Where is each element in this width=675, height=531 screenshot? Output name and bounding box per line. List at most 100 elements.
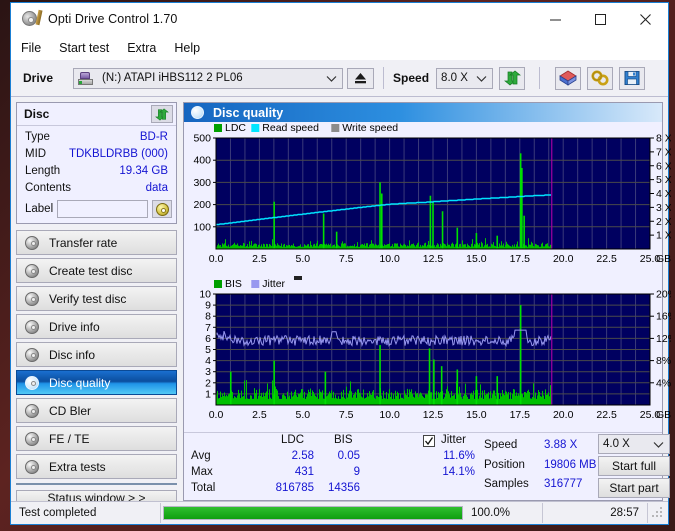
svg-text:17.5: 17.5 bbox=[510, 253, 531, 265]
sidebar-item-label: Extra tests bbox=[49, 459, 106, 474]
disc-panel-header: Disc bbox=[17, 103, 176, 126]
disc-quality-panel: Disc quality LDC Read speed Write speed 100… bbox=[183, 102, 671, 501]
sidebar-item-drive-info[interactable]: Drive info bbox=[16, 314, 177, 339]
stats-speed-value: 3.88 X bbox=[544, 439, 578, 451]
cd-icon[interactable] bbox=[152, 200, 172, 218]
svg-text:300: 300 bbox=[193, 177, 211, 189]
maximize-button[interactable] bbox=[578, 4, 623, 35]
svg-text:15.0: 15.0 bbox=[466, 253, 487, 265]
eraser-button[interactable] bbox=[555, 66, 582, 90]
sidebar-item-label: Disc info bbox=[49, 347, 96, 362]
statistics-panel: LDC BIS Jitter Avg 2.58 0.05 11.6% Max 4… bbox=[184, 432, 670, 500]
stats-total-ldc: 816785 bbox=[275, 482, 314, 494]
resize-grip-icon[interactable] bbox=[652, 507, 664, 519]
sidebar-item-verify-test-disc[interactable]: Verify test disc bbox=[16, 286, 177, 311]
eject-button[interactable] bbox=[347, 67, 375, 89]
menu-item-extra[interactable]: Extra bbox=[127, 39, 166, 57]
sidebar-item-extra-tests[interactable]: Extra tests bbox=[16, 454, 177, 479]
svg-text:12%: 12% bbox=[656, 333, 671, 345]
disc-field-contents: Contents data bbox=[17, 180, 176, 197]
stats-avg-ldc: 2.58 bbox=[291, 450, 314, 462]
svg-text:100: 100 bbox=[193, 221, 211, 233]
sidebar-item-label: Transfer rate bbox=[49, 235, 118, 250]
disc-icon bbox=[25, 347, 40, 362]
svg-text:15.0: 15.0 bbox=[466, 409, 487, 421]
disc-refresh-button[interactable] bbox=[151, 105, 173, 123]
svg-text:8%: 8% bbox=[656, 355, 671, 367]
refresh-button[interactable] bbox=[499, 66, 526, 90]
menu-item-file[interactable]: File bbox=[21, 39, 51, 57]
bis-chart: BIS Jitter 12345678910 4% 8% 12% 16% 20% 0.0 2.5 5… bbox=[184, 274, 671, 426]
svg-text:5 X: 5 X bbox=[656, 174, 671, 186]
save-button[interactable] bbox=[619, 66, 646, 90]
svg-text:5: 5 bbox=[205, 344, 211, 356]
disc-quality-header: Disc quality bbox=[184, 103, 662, 122]
close-button[interactable] bbox=[623, 4, 668, 35]
progress-percent: 100.0% bbox=[465, 503, 543, 523]
minimize-button[interactable] bbox=[533, 4, 578, 35]
svg-text:200: 200 bbox=[193, 199, 211, 211]
svg-text:GB: GB bbox=[656, 409, 671, 421]
drive-select[interactable]: (N:) ATAPI iHBS112 2 PL06 bbox=[73, 67, 344, 89]
svg-text:400: 400 bbox=[193, 155, 211, 167]
title-bar: Opti Drive Control 1.70 bbox=[11, 3, 668, 35]
disc-field-type-value: BD-R bbox=[139, 131, 168, 143]
menu-item-start-test[interactable]: Start test bbox=[59, 39, 119, 57]
disc-panel: Disc Type BD-R MID TDKBLDRBB (000) Lengt… bbox=[16, 102, 177, 224]
start-full-button[interactable]: Start full bbox=[598, 456, 670, 476]
stats-max-jitter: 14.1% bbox=[442, 466, 475, 478]
stats-max-ldc: 431 bbox=[294, 466, 314, 478]
svg-text:6 X: 6 X bbox=[656, 160, 671, 172]
svg-text:7: 7 bbox=[205, 322, 211, 334]
stats-row-total-label: Total bbox=[191, 482, 216, 494]
disc-label-input[interactable] bbox=[57, 200, 148, 218]
svg-text:10: 10 bbox=[199, 289, 211, 301]
svg-text:16%: 16% bbox=[656, 311, 671, 323]
sidebar-item-cd-bler[interactable]: CD Bler bbox=[16, 398, 177, 423]
sidebar-item-label: Drive info bbox=[49, 319, 100, 334]
svg-text:3 X: 3 X bbox=[656, 202, 671, 214]
tools-button[interactable] bbox=[587, 66, 614, 90]
window-title: Opti Drive Control 1.70 bbox=[48, 12, 178, 26]
stats-avg-jitter: 11.6% bbox=[443, 450, 475, 462]
test-speed-select[interactable]: 4.0 X bbox=[598, 434, 670, 454]
stats-speed-label: Speed bbox=[484, 439, 518, 451]
chevron-down-icon bbox=[653, 440, 664, 452]
disc-field-mid-key: MID bbox=[25, 148, 47, 160]
sidebar-item-fe-te[interactable]: FE / TE bbox=[16, 426, 177, 451]
menu-item-help[interactable]: Help bbox=[174, 39, 210, 57]
svg-text:0.0: 0.0 bbox=[209, 253, 224, 265]
svg-text:7.5: 7.5 bbox=[339, 409, 354, 421]
start-part-button[interactable]: Start part bbox=[598, 478, 670, 498]
svg-text:5.0: 5.0 bbox=[295, 253, 310, 265]
speed-select[interactable]: 8.0 X bbox=[436, 67, 494, 89]
stats-total-bis: 14356 bbox=[328, 482, 360, 494]
application-window: Opti Drive Control 1.70 File Start test … bbox=[10, 2, 671, 525]
svg-text:22.5: 22.5 bbox=[596, 253, 617, 265]
disc-field-type: Type BD-R bbox=[17, 129, 176, 146]
disc-icon bbox=[25, 375, 40, 390]
disc-icon bbox=[25, 291, 40, 306]
stats-col-jitter: Jitter bbox=[441, 434, 466, 446]
sidebar-item-transfer-rate[interactable]: Transfer rate bbox=[16, 230, 177, 255]
sidebar-item-create-test-disc[interactable]: Create test disc bbox=[16, 258, 177, 283]
drive-select-value: (N:) ATAPI iHBS112 2 PL06 bbox=[102, 72, 243, 84]
sidebar-item-disc-quality[interactable]: Disc quality bbox=[16, 370, 177, 395]
svg-text:20.0: 20.0 bbox=[553, 409, 574, 421]
ldc-chart-canvas: LDC Read speed Write speed 100 200 300 400 500 1… bbox=[193, 122, 671, 265]
sidebar-item-disc-info[interactable]: Disc info bbox=[16, 342, 177, 367]
sidebar: Disc Type BD-R MID TDKBLDRBB (000) Lengt… bbox=[11, 97, 181, 506]
svg-text:7 X: 7 X bbox=[656, 146, 671, 158]
svg-text:20%: 20% bbox=[656, 289, 671, 301]
jitter-checkbox[interactable] bbox=[423, 435, 435, 447]
svg-text:1: 1 bbox=[205, 388, 211, 400]
stats-position-label: Position bbox=[484, 459, 525, 471]
disc-panel-title: Disc bbox=[24, 107, 50, 121]
disc-field-type-key: Type bbox=[25, 131, 50, 143]
navigation-list: Transfer rate Create test disc Verify te… bbox=[16, 230, 177, 479]
sidebar-item-label: FE / TE bbox=[49, 431, 90, 446]
svg-text:5.0: 5.0 bbox=[295, 409, 310, 421]
sidebar-item-label: Disc quality bbox=[49, 375, 111, 390]
stats-samples-value: 316777 bbox=[544, 478, 583, 490]
svg-text:500: 500 bbox=[193, 133, 211, 145]
